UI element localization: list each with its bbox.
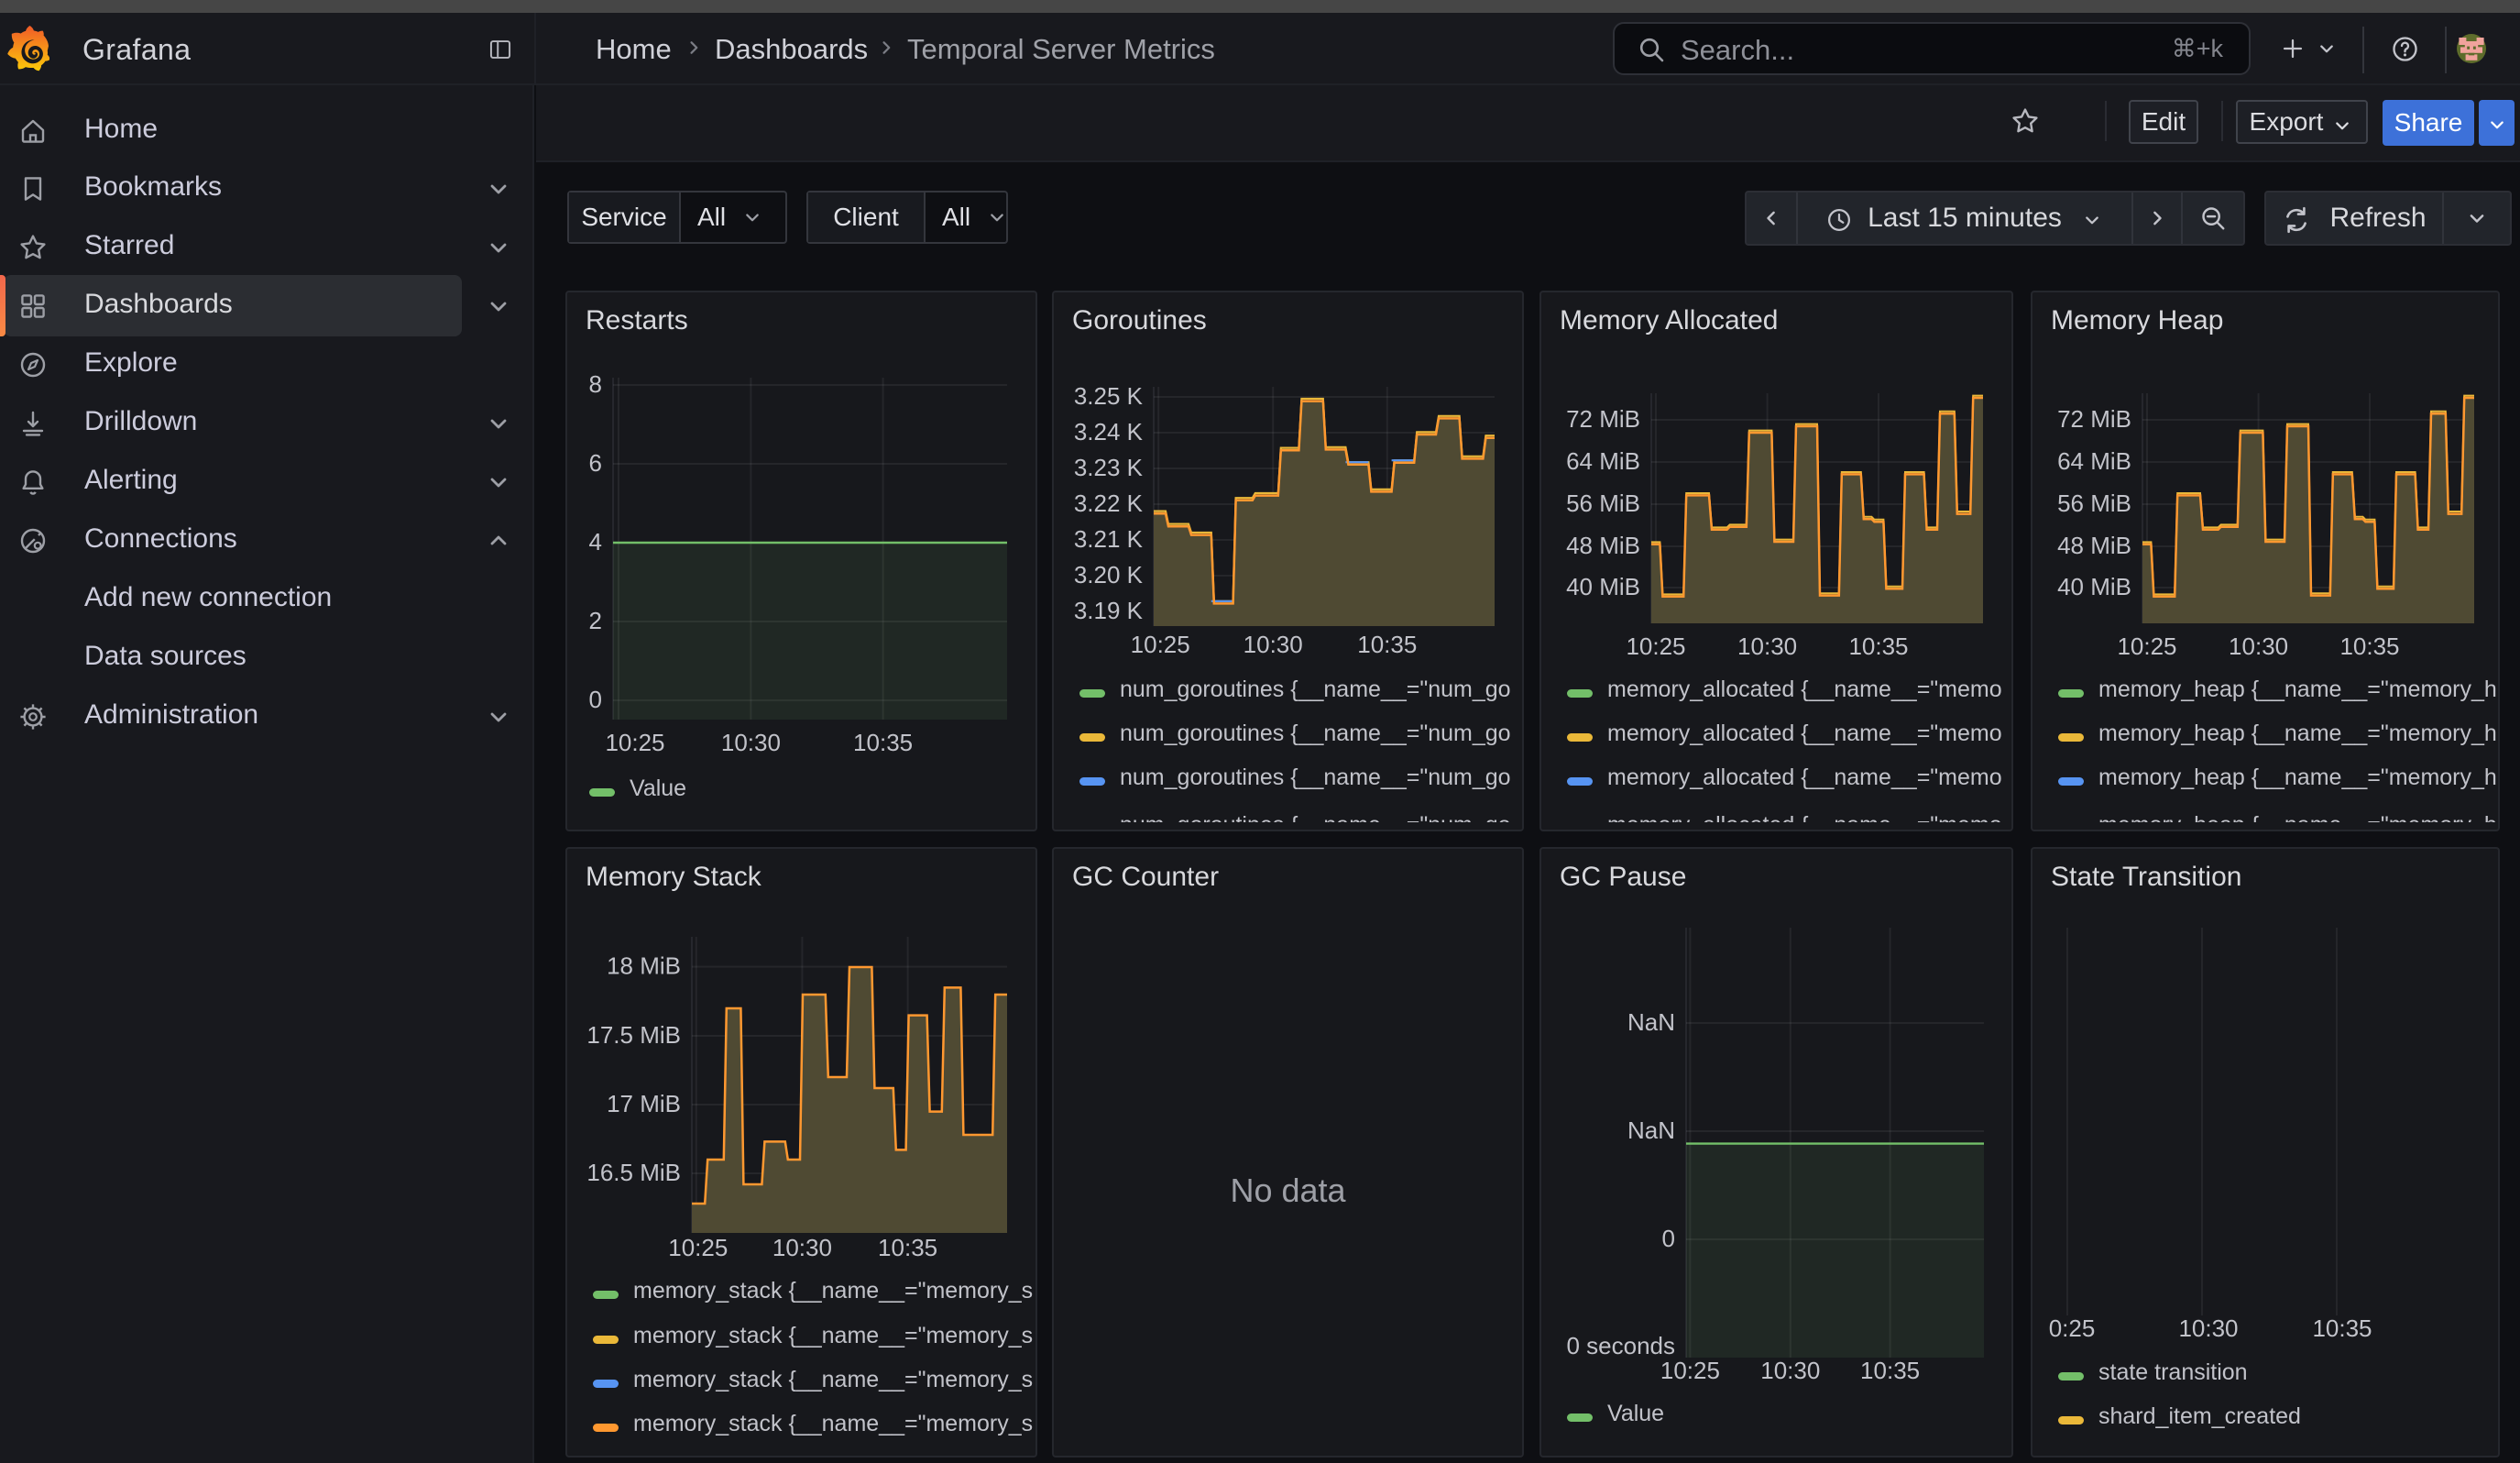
svg-text:56 MiB: 56 MiB bbox=[2057, 490, 2131, 517]
svg-text:10:25: 10:25 bbox=[668, 1234, 728, 1261]
svg-text:3.19 K: 3.19 K bbox=[1074, 597, 1144, 624]
svg-text:10:30: 10:30 bbox=[1760, 1357, 1820, 1384]
svg-text:10:25: 10:25 bbox=[1660, 1357, 1720, 1384]
svg-text:0:25: 0:25 bbox=[2049, 1314, 2096, 1342]
svg-text:10:25: 10:25 bbox=[2117, 632, 2176, 660]
svg-text:56 MiB: 56 MiB bbox=[1566, 490, 1640, 517]
svg-text:17.5 MiB: 17.5 MiB bbox=[586, 1021, 681, 1049]
svg-text:10:25: 10:25 bbox=[1626, 632, 1685, 660]
svg-text:10:30: 10:30 bbox=[1244, 631, 1303, 658]
svg-text:64 MiB: 64 MiB bbox=[1566, 447, 1640, 475]
svg-text:10:35: 10:35 bbox=[1357, 631, 1417, 658]
svg-text:10:35: 10:35 bbox=[878, 1234, 937, 1261]
svg-text:18 MiB: 18 MiB bbox=[607, 952, 681, 979]
svg-text:3.20 K: 3.20 K bbox=[1074, 561, 1144, 588]
svg-text:3.22 K: 3.22 K bbox=[1074, 490, 1144, 517]
svg-text:10:35: 10:35 bbox=[2312, 1314, 2372, 1342]
svg-text:10:30: 10:30 bbox=[2178, 1314, 2238, 1342]
svg-text:0: 0 bbox=[1662, 1225, 1675, 1252]
svg-text:72 MiB: 72 MiB bbox=[2057, 405, 2131, 433]
svg-text:10:30: 10:30 bbox=[721, 729, 781, 756]
svg-text:40 MiB: 40 MiB bbox=[1566, 573, 1640, 600]
svg-text:10:35: 10:35 bbox=[853, 729, 913, 756]
svg-text:10:30: 10:30 bbox=[1737, 632, 1797, 660]
svg-text:0: 0 bbox=[589, 686, 602, 713]
svg-text:2: 2 bbox=[589, 607, 602, 634]
svg-text:10:30: 10:30 bbox=[772, 1234, 832, 1261]
svg-text:64 MiB: 64 MiB bbox=[2057, 447, 2131, 475]
svg-text:10:35: 10:35 bbox=[1860, 1357, 1920, 1384]
svg-text:10:35: 10:35 bbox=[2339, 632, 2399, 660]
svg-text:6: 6 bbox=[589, 449, 602, 477]
svg-text:NaN: NaN bbox=[1627, 1008, 1675, 1036]
svg-text:40 MiB: 40 MiB bbox=[2057, 573, 2131, 600]
svg-text:3.23 K: 3.23 K bbox=[1074, 454, 1144, 481]
svg-text:10:25: 10:25 bbox=[1131, 631, 1190, 658]
svg-text:0 seconds: 0 seconds bbox=[1566, 1332, 1675, 1359]
svg-text:10:35: 10:35 bbox=[1848, 632, 1908, 660]
svg-text:10:30: 10:30 bbox=[2229, 632, 2288, 660]
svg-text:48 MiB: 48 MiB bbox=[1566, 532, 1640, 559]
svg-text:72 MiB: 72 MiB bbox=[1566, 405, 1640, 433]
svg-text:4: 4 bbox=[589, 528, 602, 556]
svg-text:3.21 K: 3.21 K bbox=[1074, 525, 1144, 553]
svg-text:10:25: 10:25 bbox=[605, 729, 664, 756]
svg-text:3.24 K: 3.24 K bbox=[1074, 418, 1144, 446]
svg-text:16.5 MiB: 16.5 MiB bbox=[586, 1159, 681, 1186]
svg-text:17 MiB: 17 MiB bbox=[607, 1090, 681, 1117]
svg-text:3.25 K: 3.25 K bbox=[1074, 382, 1144, 410]
svg-text:48 MiB: 48 MiB bbox=[2057, 532, 2131, 559]
svg-text:NaN: NaN bbox=[1627, 1116, 1675, 1144]
svg-text:8: 8 bbox=[589, 370, 602, 398]
